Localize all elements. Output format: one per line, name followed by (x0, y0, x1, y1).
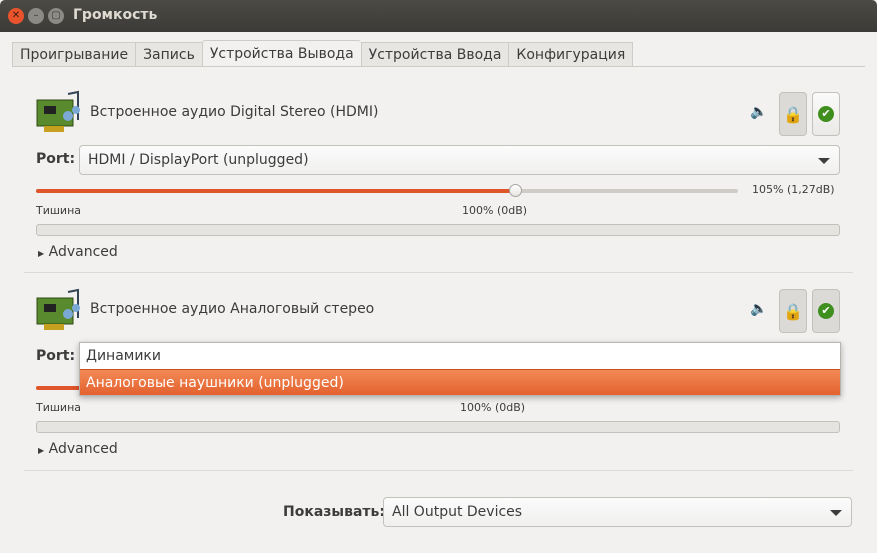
tab-configuration[interactable]: Конфигурация (508, 42, 634, 67)
unity-label: 100% (0dB) (462, 204, 528, 217)
volume-handle[interactable] (509, 184, 522, 197)
device-name: Встроенное аудио Digital Stereo (HDMI) (90, 104, 379, 120)
show-label: Показывать: (283, 504, 385, 520)
check-icon: ✔ (818, 303, 834, 319)
level-meter (36, 224, 840, 236)
window-title: Громкость (73, 7, 158, 23)
maximize-button[interactable]: ▢ (48, 8, 64, 24)
separator (24, 470, 853, 471)
menu-item-headphones[interactable]: Аналоговые наушники (unplugged) (80, 369, 840, 395)
unity-label: 100% (0dB) (460, 401, 526, 414)
show-devices-select[interactable]: All Output Devices (383, 497, 852, 527)
set-default-button[interactable]: ✔ (812, 92, 840, 136)
tab-playback[interactable]: Проигрывание (12, 42, 136, 67)
lock-icon: 🔒 (783, 104, 803, 124)
advanced-label: Advanced (48, 244, 118, 260)
advanced-expander[interactable]: ▶ Advanced (38, 441, 118, 457)
check-icon: ✔ (818, 106, 834, 122)
port-value: HDMI / DisplayPort (unplugged) (88, 152, 309, 168)
tab-input-devices[interactable]: Устройства Ввода (360, 42, 509, 67)
tab-bar: Проигрывание Запись Устройства Вывода Ус… (12, 40, 634, 67)
chevron-down-icon (818, 158, 830, 164)
tab-divider (12, 66, 865, 67)
sound-card-icon (36, 288, 80, 330)
port-dropdown-menu: Динамики Аналоговые наушники (unplugged) (79, 342, 841, 396)
silence-label: Тишина (36, 401, 82, 414)
level-meter (36, 421, 840, 433)
minimize-button[interactable]: – (28, 8, 44, 24)
silence-label: Тишина (36, 204, 82, 217)
speaker-mute-icon[interactable]: 🔈 (750, 104, 767, 120)
sound-card-icon (36, 90, 80, 132)
chevron-down-icon (830, 510, 842, 516)
lock-channels-button[interactable]: 🔒 (779, 289, 807, 333)
menu-item-speakers[interactable]: Динамики (80, 343, 840, 369)
title-bar: ✕ – ▢ Громкость (0, 0, 877, 32)
lock-channels-button[interactable]: 🔒 (779, 92, 807, 136)
tab-output-devices[interactable]: Устройства Вывода (201, 40, 361, 67)
separator (24, 272, 853, 273)
expander-arrow-icon: ▶ (38, 249, 45, 258)
tab-recording[interactable]: Запись (135, 42, 202, 67)
port-label: Port: (36, 151, 76, 167)
volume-value: 105% (1,27dB) (752, 183, 835, 196)
volume-fill (36, 189, 516, 193)
lock-icon: 🔒 (783, 301, 803, 321)
close-button[interactable]: ✕ (8, 8, 24, 24)
device-name: Встроенное аудио Аналоговый стерео (90, 301, 375, 317)
set-default-button[interactable]: ✔ (812, 289, 840, 333)
port-select[interactable]: HDMI / DisplayPort (unplugged) (79, 145, 840, 175)
advanced-expander[interactable]: ▶ Advanced (38, 244, 118, 260)
expander-arrow-icon: ▶ (38, 446, 45, 455)
show-value: All Output Devices (392, 504, 523, 520)
speaker-mute-icon[interactable]: 🔈 (750, 301, 767, 317)
port-label: Port: (36, 348, 76, 364)
advanced-label: Advanced (48, 441, 118, 457)
